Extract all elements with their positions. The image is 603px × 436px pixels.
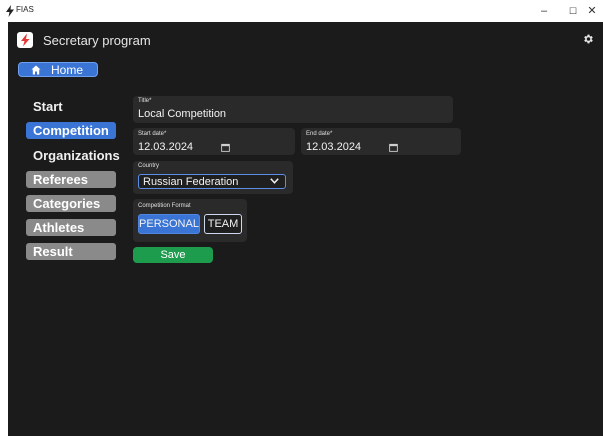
minimize-button[interactable]: – bbox=[533, 2, 555, 20]
format-team-button[interactable]: TEAM bbox=[204, 214, 242, 234]
app-window: Secretary program Home Start Competition… bbox=[8, 22, 603, 436]
home-button[interactable]: Home bbox=[18, 62, 98, 77]
close-button[interactable]: ✕ bbox=[581, 2, 603, 20]
sidebar-item-result[interactable]: Result bbox=[26, 243, 116, 260]
sidebar-item-competition[interactable]: Competition bbox=[26, 122, 116, 139]
bolt-logo-icon bbox=[21, 33, 30, 47]
sidebar-item-start[interactable]: Start bbox=[26, 98, 116, 115]
sidebar-item-athletes[interactable]: Athletes bbox=[26, 219, 116, 236]
title-label: Title* bbox=[138, 98, 152, 104]
country-select[interactable]: Russian Federation bbox=[138, 174, 286, 189]
format-personal-button[interactable]: PERSONAL bbox=[138, 214, 200, 234]
app-title: Secretary program bbox=[43, 33, 151, 48]
chevron-down-icon bbox=[270, 178, 279, 184]
save-button[interactable]: Save bbox=[133, 247, 213, 263]
home-icon bbox=[31, 65, 41, 75]
start-date-label: Start date* bbox=[138, 131, 167, 137]
window-title: FIAS bbox=[16, 5, 34, 14]
window-titlebar: FIAS – ☐ ✕ bbox=[0, 0, 603, 22]
country-label: Country bbox=[138, 163, 160, 169]
gear-icon[interactable] bbox=[582, 33, 594, 45]
calendar-icon[interactable] bbox=[389, 143, 398, 152]
competition-format-label: Competition Format bbox=[138, 203, 191, 209]
home-button-label: Home bbox=[51, 63, 84, 77]
sidebar-item-categories[interactable]: Categories bbox=[26, 195, 116, 212]
country-select-value: Russian Federation bbox=[143, 176, 239, 188]
sidebar-item-referees[interactable]: Referees bbox=[26, 171, 116, 188]
end-date-value: 12.03.2024 bbox=[306, 141, 362, 153]
bolt-icon bbox=[6, 5, 14, 17]
title-field[interactable]: Title* Local Competition bbox=[133, 96, 453, 123]
calendar-icon[interactable] bbox=[221, 143, 230, 152]
end-date-field[interactable]: End date* 12.03.2024 bbox=[301, 128, 461, 155]
start-date-field[interactable]: Start date* 12.03.2024 bbox=[133, 128, 295, 155]
title-value: Local Competition bbox=[138, 108, 227, 120]
sidebar-item-organizations[interactable]: Organizations bbox=[26, 147, 131, 164]
start-date-value: 12.03.2024 bbox=[138, 141, 194, 153]
end-date-label: End date* bbox=[306, 131, 333, 137]
app-logo bbox=[17, 32, 33, 48]
